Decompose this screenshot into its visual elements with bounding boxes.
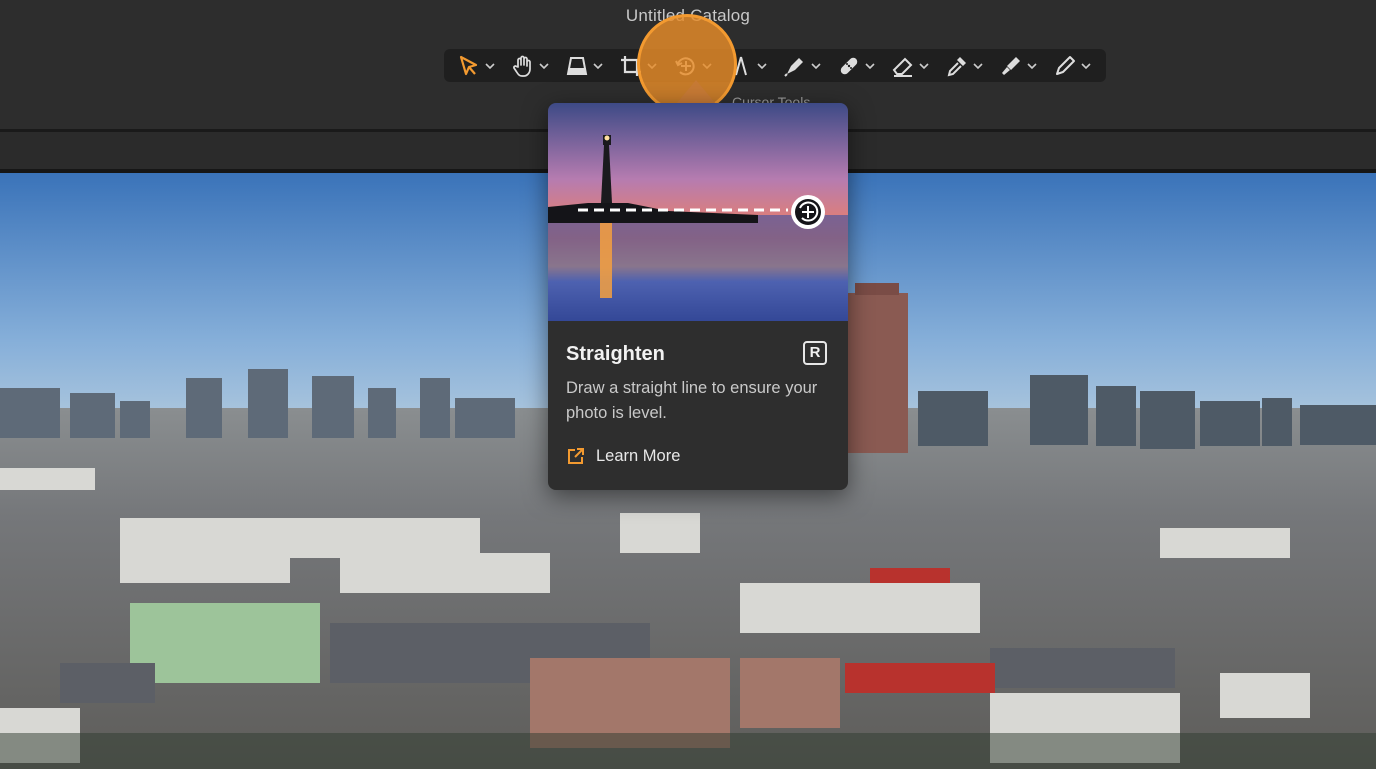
brush-icon — [1002, 56, 1020, 75]
bandage-icon — [840, 57, 858, 74]
chevron-down-icon — [1081, 62, 1091, 69]
external-link-icon — [568, 448, 584, 464]
lighthouse-illustration — [548, 103, 848, 321]
pen-icon — [784, 57, 803, 77]
hand-tool-button[interactable] — [510, 49, 562, 82]
chevron-down-icon — [593, 62, 603, 69]
perspective-tool-button[interactable] — [564, 49, 616, 82]
brush-tool-button[interactable] — [998, 49, 1050, 82]
eyedropper-tool-button[interactable] — [944, 49, 996, 82]
shortcut-key-badge: R — [803, 341, 827, 365]
pencil-icon — [1056, 55, 1075, 75]
chevron-down-icon — [811, 62, 821, 69]
hand-icon — [513, 55, 531, 77]
arrow-tool-button[interactable] — [456, 49, 508, 82]
perspective-icon — [566, 56, 588, 75]
popover-title: Straighten — [566, 343, 665, 365]
chevron-down-icon — [757, 62, 767, 69]
popover-description: Draw a straight line to ensure your phot… — [566, 379, 818, 422]
pen-tool-button[interactable] — [782, 49, 834, 82]
chevron-down-icon — [973, 62, 983, 69]
healing-tool-button[interactable] — [836, 49, 888, 82]
eraser-tool-button[interactable] — [890, 49, 942, 82]
popover-arrow — [676, 80, 716, 104]
chevron-down-icon — [1027, 62, 1037, 69]
learn-more-link[interactable]: Learn More — [566, 446, 680, 466]
pencil-tool-button[interactable] — [1052, 49, 1104, 82]
cursor-toolbar — [444, 49, 1106, 82]
chevron-down-icon — [539, 62, 549, 69]
chevron-down-icon — [485, 62, 495, 69]
arrow-cursor-icon — [459, 55, 478, 75]
eyedropper-icon — [947, 56, 966, 76]
learn-more-label: Learn More — [596, 446, 681, 465]
eraser-icon — [892, 57, 913, 77]
tool-tip-popover: Straighten R Draw a straight line to ens… — [548, 103, 848, 490]
chevron-down-icon — [919, 62, 929, 69]
chevron-down-icon — [865, 62, 875, 69]
